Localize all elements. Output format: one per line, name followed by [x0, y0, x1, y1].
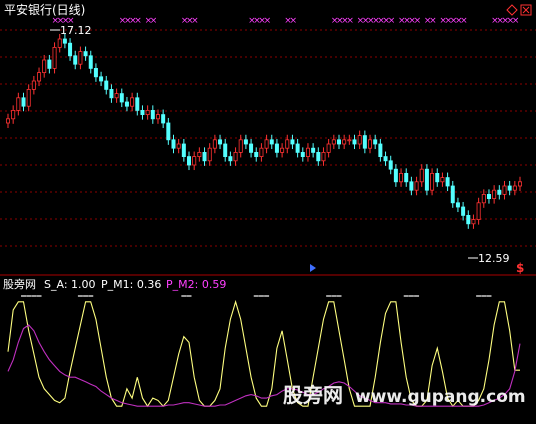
signal-markers: ×××× ×××× ×× ××× ×××× ×× ×××× ××××××× ×××× ×× ××××…: [52, 16, 520, 26]
svg-text:$: $: [516, 261, 524, 275]
signal-marker: ×: [388, 16, 396, 26]
low-price-label: 12.59: [478, 252, 510, 265]
candle: [424, 164, 429, 196]
signal-marker: ×: [512, 16, 520, 26]
signal-marker: ×: [429, 16, 437, 26]
signal-marker: ×: [264, 16, 272, 26]
signal-marker: ×: [289, 16, 297, 26]
signal-marker: ×: [346, 16, 354, 26]
candle: [52, 42, 57, 74]
high-price-label: 17.12: [60, 24, 92, 37]
stock-chart-window: × × × × × × × × × × × × × × × × × × × × × × × × × × × × × × × × × × × × × × × ×…: [0, 0, 536, 420]
chart-title: 平安银行(日线): [4, 2, 85, 17]
signal-marker: ×: [150, 16, 158, 26]
signal-marker: ×: [414, 16, 422, 26]
chart-canvas: ×××× ×××× ×× ××× ×××× ×× ×××× ××××××× ×××× ×× ××××…: [0, 0, 536, 420]
s-a-label: S_A: 1.00: [44, 278, 96, 291]
p-m1-label: P_M1: 0.36: [101, 278, 161, 291]
watermark-url: www.gupang.com: [355, 387, 526, 407]
dollar-icon: $: [516, 261, 524, 275]
watermark: 股旁网 www.gupang.com: [283, 383, 526, 407]
signal-marker: ×: [134, 16, 142, 26]
watermark-chinese: 股旁网: [283, 383, 343, 407]
p-m2-label: P_M2: 0.59: [166, 278, 226, 291]
signal-marker: ×: [460, 16, 468, 26]
indicator-source-label: 股旁网: [3, 277, 36, 291]
signal-marker: ×: [191, 16, 199, 26]
